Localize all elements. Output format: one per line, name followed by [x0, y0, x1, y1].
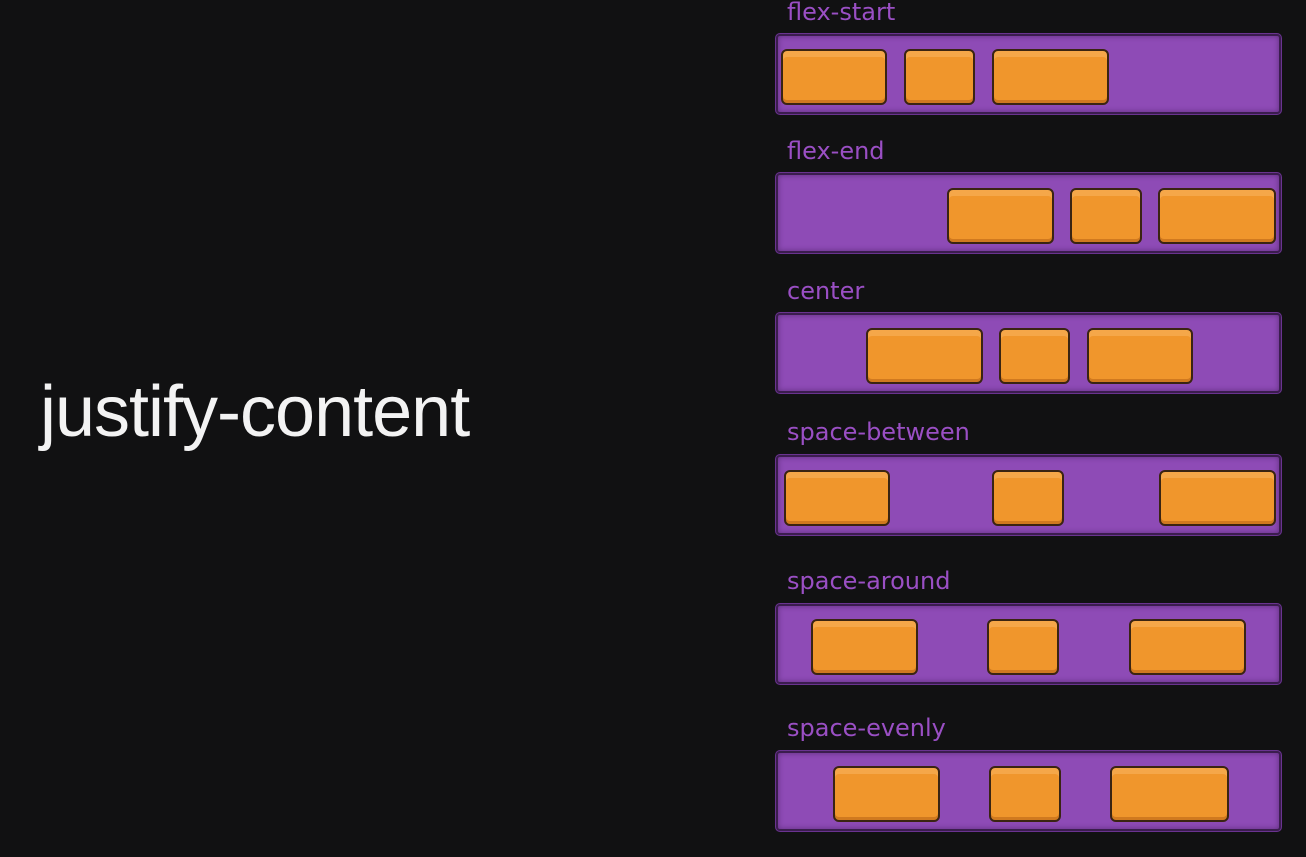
flex-item — [947, 188, 1054, 244]
demo-label-flex-end: flex-end — [787, 137, 885, 165]
flex-container-center — [776, 313, 1281, 393]
flex-item — [999, 328, 1070, 384]
flex-container-flex-end — [776, 173, 1281, 253]
flex-item — [781, 49, 887, 105]
flex-item — [1110, 766, 1229, 822]
slide: justify-content flex-start flex-end cent… — [0, 0, 1306, 857]
flex-item — [992, 470, 1064, 526]
flex-container-space-around — [776, 604, 1281, 684]
flex-item — [987, 619, 1059, 675]
flex-container-flex-start — [776, 34, 1281, 114]
flex-item — [1159, 470, 1276, 526]
demo-label-space-around: space-around — [787, 567, 951, 595]
flex-item — [904, 49, 975, 105]
flex-item — [833, 766, 940, 822]
slide-title: justify-content — [40, 372, 470, 452]
demo-label-space-evenly: space-evenly — [787, 714, 946, 742]
flex-item — [811, 619, 918, 675]
flex-item — [1070, 188, 1142, 244]
flex-item — [784, 470, 890, 526]
demo-label-space-between: space-between — [787, 418, 970, 446]
flex-item — [1158, 188, 1276, 244]
flex-item — [989, 766, 1061, 822]
flex-item — [992, 49, 1109, 105]
flex-item — [1087, 328, 1193, 384]
demo-label-center: center — [787, 277, 865, 305]
demo-label-flex-start: flex-start — [787, 0, 896, 26]
flex-container-space-between — [776, 455, 1281, 535]
flex-container-space-evenly — [776, 751, 1281, 831]
flex-item — [866, 328, 983, 384]
flex-item — [1129, 619, 1246, 675]
